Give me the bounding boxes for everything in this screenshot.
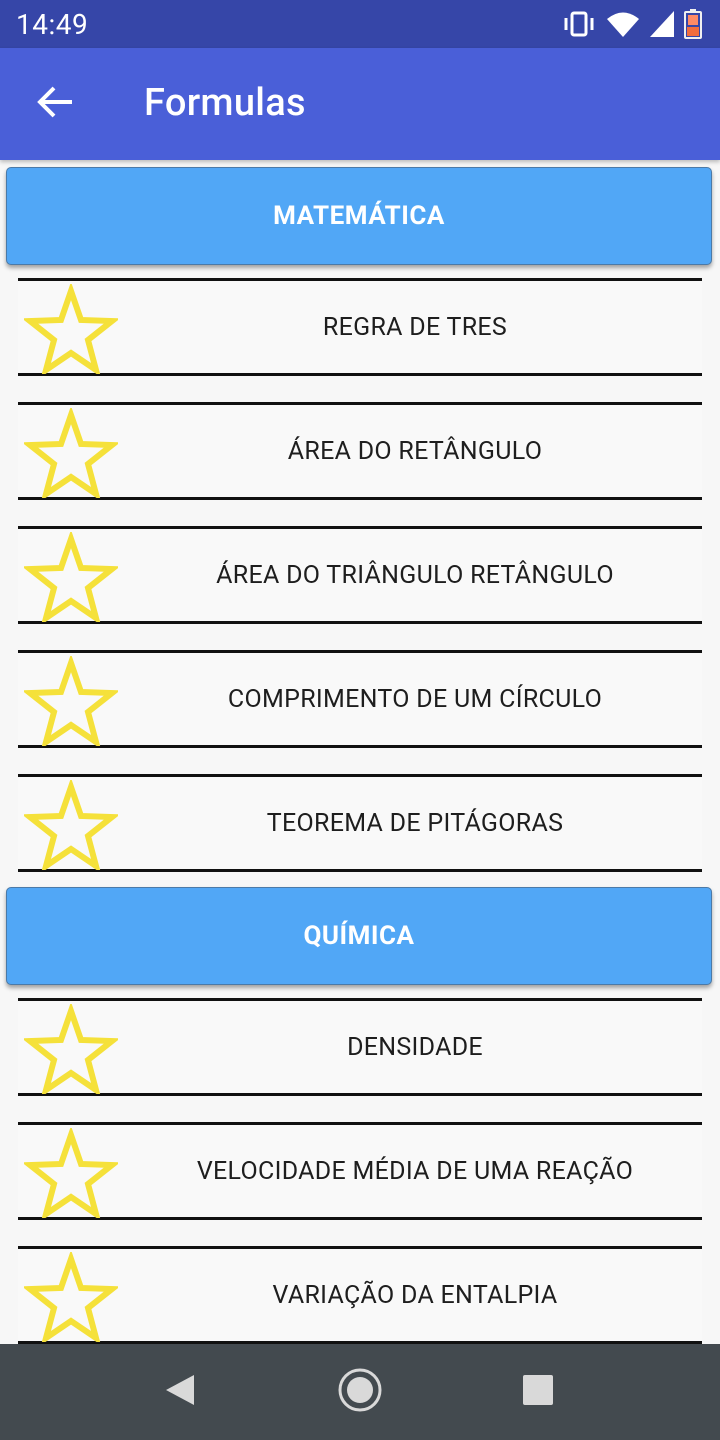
section-title: MATEMÁTICA <box>273 201 445 231</box>
list-item[interactable]: ÁREA DO RETÂNGULO <box>18 402 702 502</box>
arrow-left-icon <box>36 82 76 126</box>
list-item[interactable]: REGRA DE TRES <box>18 278 702 378</box>
favorite-star-icon[interactable] <box>21 405 121 502</box>
section-title: QUÍMICA <box>303 921 415 951</box>
wifi-icon <box>606 10 640 38</box>
list-item[interactable]: TEOREMA DE PITÁGORAS <box>18 774 702 874</box>
list-item[interactable]: COMPRIMENTO DE UM CÍRCULO <box>18 650 702 750</box>
list-item[interactable]: VARIAÇÃO DA ENTALPIA <box>18 1246 702 1344</box>
back-button[interactable] <box>28 76 84 132</box>
home-circle-icon <box>336 1366 384 1418</box>
list-item-label: VELOCIDADE MÉDIA DE UMA REAÇÃO <box>196 1156 634 1186</box>
favorite-star-icon[interactable] <box>21 1249 121 1344</box>
list-item[interactable]: ÁREA DO TRIÂNGULO RETÂNGULO <box>18 526 702 626</box>
favorite-star-icon[interactable] <box>21 281 121 378</box>
list-item-label: ÁREA DO TRIÂNGULO RETÂNGULO <box>216 560 614 590</box>
list-item-label: VARIAÇÃO DA ENTALPIA <box>272 1280 558 1310</box>
app-bar: Formulas <box>0 48 720 160</box>
list-item-label: DENSIDADE <box>347 1032 483 1062</box>
section-header-matematica[interactable]: MATEMÁTICA <box>6 167 712 265</box>
nav-back-button[interactable] <box>154 1366 206 1418</box>
list-item-label: ÁREA DO RETÂNGULO <box>287 436 543 466</box>
page-title: Formulas <box>144 81 306 125</box>
section-header-quimica[interactable]: QUÍMICA <box>6 887 712 985</box>
battery-icon <box>684 9 702 39</box>
signal-icon <box>650 11 674 37</box>
list-item-label: REGRA DE TRES <box>322 312 508 342</box>
favorite-star-icon[interactable] <box>21 653 121 750</box>
nav-home-button[interactable] <box>334 1366 386 1418</box>
favorite-star-icon[interactable] <box>21 1125 121 1222</box>
recents-square-icon <box>522 1374 554 1410</box>
list-item-label: COMPRIMENTO DE UM CÍRCULO <box>227 684 603 714</box>
list-item[interactable]: DENSIDADE <box>18 998 702 1098</box>
status-time: 14:49 <box>16 8 89 41</box>
status-bar: 14:49 <box>0 0 720 48</box>
nav-recents-button[interactable] <box>512 1366 564 1418</box>
vibrate-icon <box>562 10 596 38</box>
status-icons <box>562 8 702 40</box>
formula-list[interactable]: MATEMÁTICA REGRA DE TRES ÁREA DO RETÂNGU… <box>0 160 720 1344</box>
list-item-label: TEOREMA DE PITÁGORAS <box>266 808 564 838</box>
back-triangle-icon <box>164 1373 196 1411</box>
favorite-star-icon[interactable] <box>21 777 121 874</box>
list-item[interactable]: VELOCIDADE MÉDIA DE UMA REAÇÃO <box>18 1122 702 1222</box>
favorite-star-icon[interactable] <box>21 529 121 626</box>
favorite-star-icon[interactable] <box>21 1001 121 1098</box>
system-nav-bar <box>0 1344 720 1440</box>
